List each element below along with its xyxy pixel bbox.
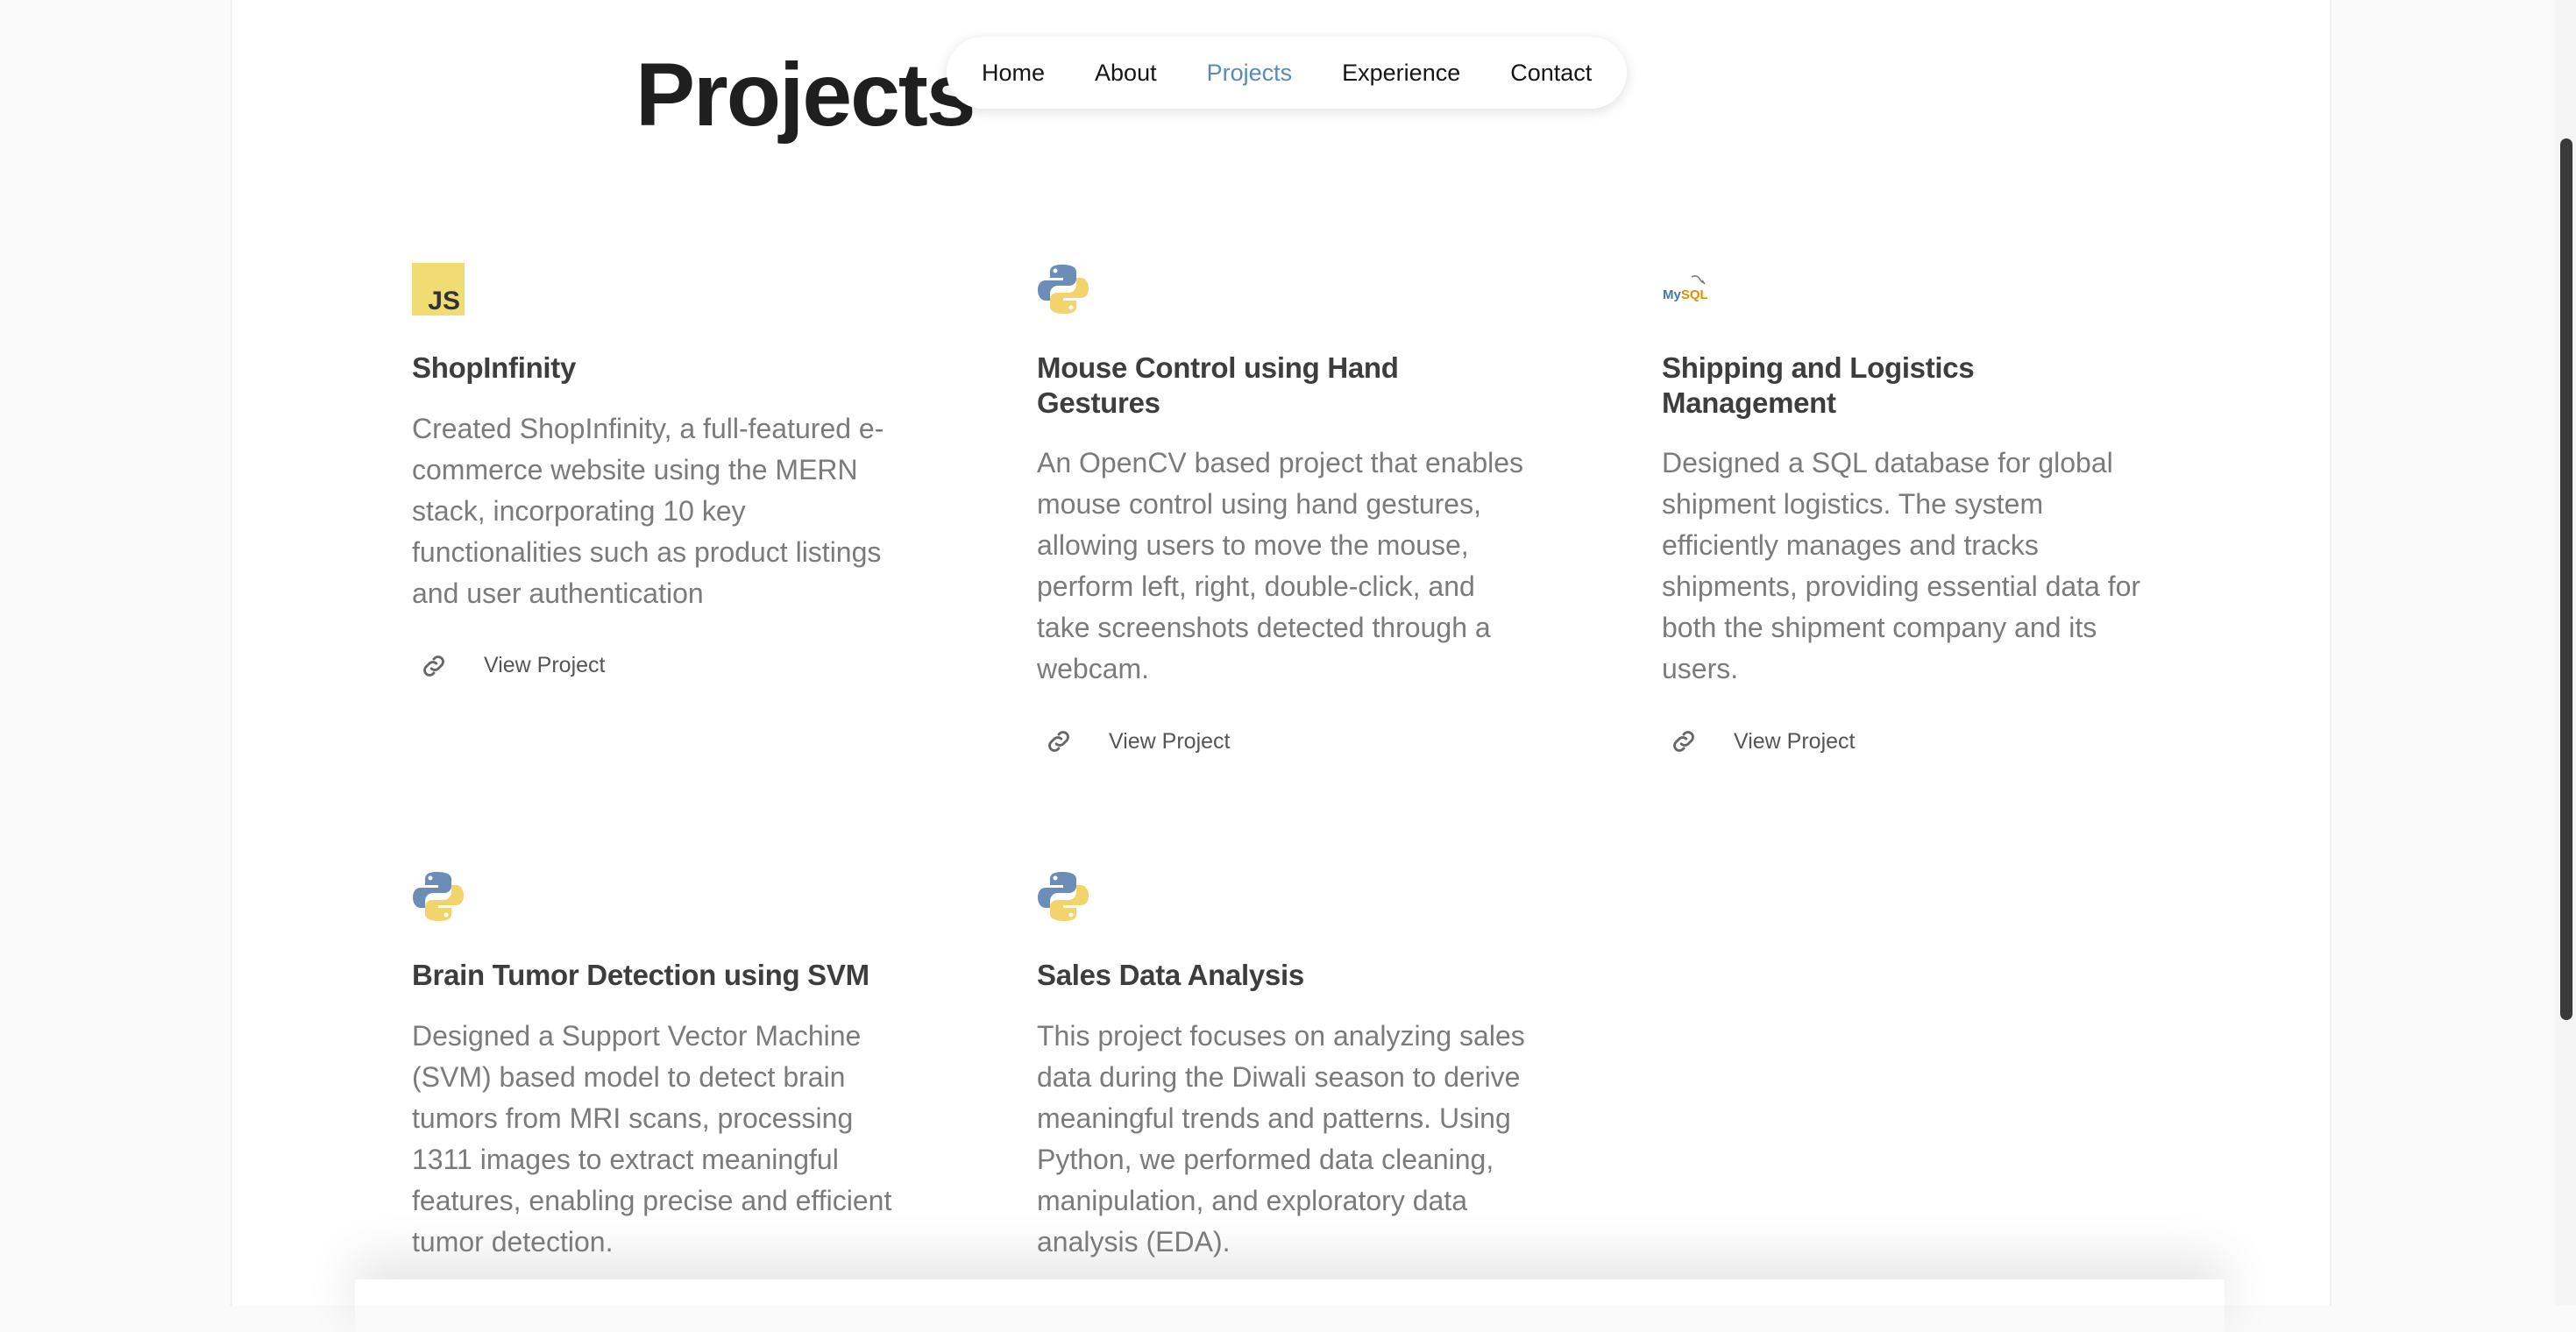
project-card-shopinfinity: JS ShopInfinity Created ShopInfinity, a … (412, 263, 903, 688)
view-project-label: View Project (1734, 728, 1856, 754)
view-project-label: View Project (484, 653, 606, 678)
project-description: An OpenCV based project that enables mou… (1037, 447, 1524, 685)
link-icon (412, 644, 463, 688)
footer-shadow (355, 1279, 2225, 1332)
page-title: Projects (635, 45, 976, 145)
nav-projects[interactable]: Projects (1207, 60, 1293, 87)
scrollbar-thumb[interactable] (2560, 138, 2572, 1020)
nav-contact[interactable]: Contact (1510, 60, 1592, 87)
project-title: Shipping and Logistics Management (1662, 351, 1975, 419)
link-icon (1662, 719, 1713, 763)
top-navigation: Home About Projects Experience Contact (947, 37, 1628, 109)
project-description: Designed a SQL database for global shipm… (1662, 447, 2141, 685)
python-icon (1038, 872, 1089, 921)
nav-experience[interactable]: Experience (1342, 60, 1460, 87)
project-card-mouse-control: Mouse Control using Hand Gestures An Ope… (1037, 263, 1528, 763)
scrollbar[interactable] (2555, 0, 2576, 1306)
mysql-icon: MySQL (1663, 275, 1708, 302)
project-title: ShopInfinity (412, 351, 577, 384)
project-description: Designed a Support Vector Machine (SVM) … (412, 1019, 892, 1258)
project-card-sales-analysis: Sales Data Analysis This project focuses… (1037, 870, 1528, 1263)
view-project-label: View Project (1109, 728, 1231, 754)
svg-text:MySQL: MySQL (1663, 287, 1708, 302)
project-description: This project focuses on analyzing sales … (1037, 1019, 1525, 1258)
view-project-link[interactable]: View Project (1662, 719, 2153, 763)
javascript-icon: JS (412, 263, 465, 315)
nav-home[interactable]: Home (982, 60, 1045, 87)
view-project-link[interactable]: View Project (412, 644, 903, 688)
python-icon (413, 872, 464, 921)
project-card-brain-tumor: Brain Tumor Detection using SVM Designed… (412, 870, 903, 1263)
project-title: Brain Tumor Detection using SVM (412, 959, 869, 991)
svg-text:JS: JS (428, 287, 460, 315)
project-card-shipping-logistics: MySQL Shipping and Logistics Management … (1662, 263, 2153, 763)
nav-about[interactable]: About (1095, 60, 1157, 87)
project-title: Mouse Control using Hand Gestures (1037, 351, 1399, 419)
project-title: Sales Data Analysis (1037, 959, 1304, 991)
python-icon (1038, 265, 1089, 314)
project-description: Created ShopInfinity, a full-featured e-… (412, 412, 884, 609)
view-project-link[interactable]: View Project (1037, 719, 1528, 763)
link-icon (1037, 719, 1088, 763)
